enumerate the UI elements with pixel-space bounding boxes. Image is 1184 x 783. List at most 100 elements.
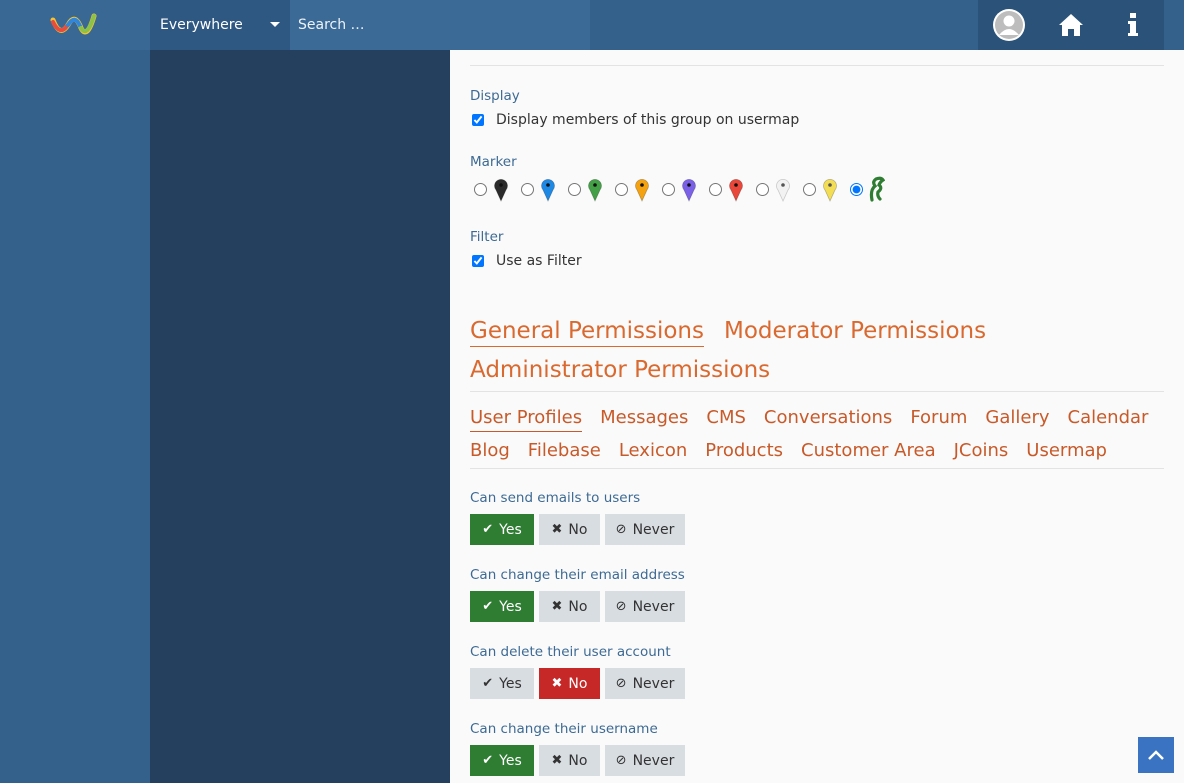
tab-customer-area[interactable]: Customer Area: [801, 440, 936, 464]
tab-jcoins[interactable]: JCoins: [954, 440, 1009, 464]
permission-label: Can send emails to users: [470, 490, 641, 506]
marker-radio[interactable]: [521, 182, 534, 196]
check-icon: ✔: [482, 599, 494, 614]
no-button[interactable]: ✖ No: [539, 745, 600, 776]
never-button[interactable]: ⊘ Never: [605, 514, 685, 545]
no-label: No: [568, 675, 588, 692]
tab-usermap[interactable]: Usermap: [1026, 440, 1107, 464]
never-label: Never: [632, 675, 675, 692]
marker-blue-icon: [541, 178, 555, 202]
no-label: No: [568, 752, 588, 769]
filter-label: Filter: [470, 229, 504, 245]
filter-checkbox-input[interactable]: [472, 255, 484, 267]
ban-icon: ⊘: [615, 599, 627, 614]
tab-gallery[interactable]: Gallery: [985, 407, 1049, 432]
never-label: Never: [632, 752, 675, 769]
divider: [470, 391, 1164, 392]
close-icon: ✖: [551, 599, 563, 614]
permission-button-group: ✔ Yes ✖ No ⊘ Never: [470, 514, 690, 545]
no-button[interactable]: ✖ No: [539, 668, 600, 699]
display-checkbox-label: Display members of this group on usermap: [496, 112, 800, 128]
close-icon: ✖: [551, 676, 563, 691]
display-on-usermap-checkbox[interactable]: Display members of this group on usermap: [472, 112, 799, 128]
tab-products[interactable]: Products: [705, 440, 783, 464]
marker-black-icon: [494, 178, 508, 202]
use-as-filter-checkbox[interactable]: Use as Filter: [472, 253, 582, 269]
home-icon: [1059, 14, 1083, 36]
left-sidebar: [0, 50, 150, 783]
marker-option[interactable]: [662, 176, 697, 202]
marker-option[interactable]: [521, 176, 556, 202]
tab-lexicon[interactable]: Lexicon: [619, 440, 687, 464]
chevron-up-icon: [1148, 750, 1164, 760]
marker-option[interactable]: [568, 176, 603, 202]
logo-icon: [50, 13, 97, 35]
secondary-sidebar: [150, 50, 450, 783]
permission-label: Can change their email address: [470, 567, 685, 583]
marker-radio[interactable]: [756, 182, 769, 196]
yes-button[interactable]: ✔ Yes: [470, 591, 534, 622]
tab-filebase[interactable]: Filebase: [528, 440, 601, 464]
divider: [470, 65, 1164, 66]
search-input[interactable]: [298, 17, 578, 33]
search-box[interactable]: [290, 0, 590, 50]
display-label: Display: [470, 88, 520, 104]
no-label: No: [568, 598, 588, 615]
yes-label: Yes: [499, 521, 522, 538]
scroll-to-top-button[interactable]: [1138, 737, 1174, 773]
yes-button[interactable]: ✔ Yes: [470, 745, 534, 776]
marker-radio[interactable]: [568, 182, 581, 196]
user-nav: [978, 0, 1164, 50]
marker-red-icon: [729, 178, 743, 202]
marker-option[interactable]: [850, 176, 885, 202]
never-button[interactable]: ⊘ Never: [605, 591, 685, 622]
marker-radio[interactable]: [709, 182, 722, 196]
marker-option[interactable]: [756, 176, 791, 202]
no-button[interactable]: ✖ No: [539, 591, 600, 622]
display-checkbox-input[interactable]: [472, 114, 484, 126]
divider: [470, 468, 1164, 469]
marker-green-icon: [588, 178, 602, 202]
marker-purple-icon: [682, 178, 696, 202]
home-button[interactable]: [1040, 0, 1102, 50]
no-button[interactable]: ✖ No: [539, 514, 600, 545]
tab-forum[interactable]: Forum: [910, 407, 967, 432]
top-bar: Everywhere: [0, 0, 1184, 50]
marker-radio[interactable]: [803, 182, 816, 196]
marker-option[interactable]: [474, 176, 509, 202]
tab-user-profiles[interactable]: User Profiles: [470, 407, 583, 432]
never-button[interactable]: ⊘ Never: [605, 668, 685, 699]
info-icon: [1128, 13, 1138, 36]
marker-option[interactable]: [615, 176, 650, 202]
site-logo[interactable]: [0, 0, 150, 50]
marker-radio[interactable]: [615, 182, 628, 196]
tab-moderator-permissions[interactable]: Moderator Permissions: [724, 318, 986, 347]
marker-option[interactable]: [709, 176, 744, 202]
tab-general-permissions[interactable]: General Permissions: [470, 318, 704, 347]
tab-cms[interactable]: CMS: [706, 407, 746, 432]
tab-messages[interactable]: Messages: [600, 407, 688, 432]
user-menu-button[interactable]: [978, 0, 1040, 50]
marker-radio[interactable]: [474, 182, 487, 196]
tab-calendar[interactable]: Calendar: [1068, 407, 1149, 432]
marker-radio[interactable]: [662, 182, 675, 196]
never-button[interactable]: ⊘ Never: [605, 745, 685, 776]
search-scope-dropdown[interactable]: Everywhere: [150, 0, 290, 50]
never-label: Never: [632, 521, 675, 538]
info-button[interactable]: [1102, 0, 1164, 50]
no-label: No: [568, 521, 588, 538]
permission-button-group: ✔ Yes ✖ No ⊘ Never: [470, 745, 690, 776]
never-label: Never: [632, 598, 675, 615]
tab-blog[interactable]: Blog: [470, 440, 510, 464]
marker-option[interactable]: [803, 176, 838, 202]
yes-button[interactable]: ✔ Yes: [470, 514, 534, 545]
tab-administrator-permissions[interactable]: Administrator Permissions: [470, 357, 770, 385]
main-content: Display Display members of this group on…: [450, 50, 1184, 783]
close-icon: ✖: [551, 753, 563, 768]
chevron-down-icon: [270, 22, 280, 27]
ban-icon: ⊘: [615, 676, 627, 691]
yes-button[interactable]: ✔ Yes: [470, 668, 534, 699]
tab-conversations[interactable]: Conversations: [764, 407, 892, 432]
permission-label: Can change their username: [470, 721, 658, 737]
marker-radio[interactable]: [850, 182, 863, 196]
